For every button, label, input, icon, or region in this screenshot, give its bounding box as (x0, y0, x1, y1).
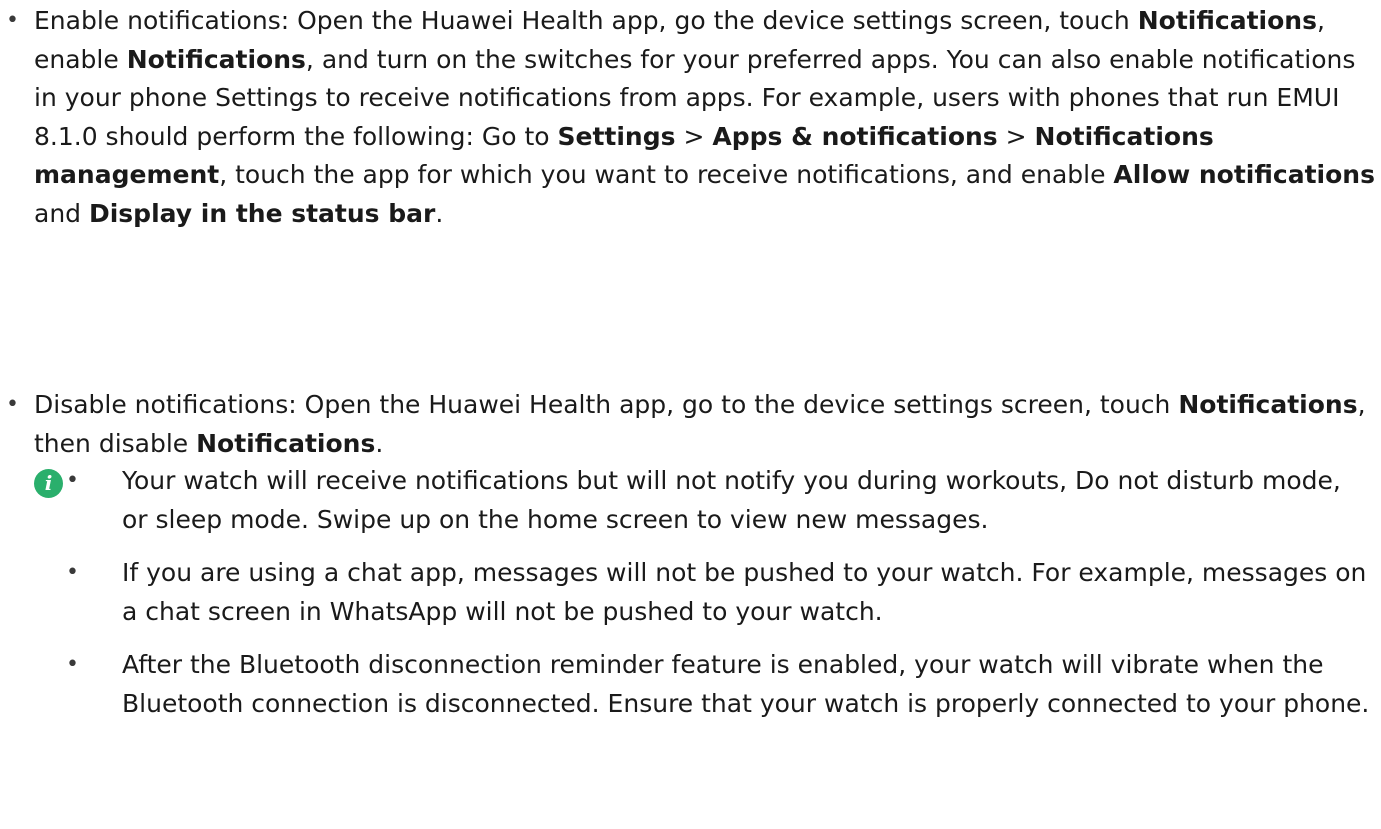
note-item-text: If you are using a chat app, messages wi… (122, 558, 1367, 626)
text-run: , touch the app for which you want to re… (219, 160, 1114, 189)
text-run: . (435, 198, 444, 228)
bold-term: Notifications (1137, 6, 1317, 35)
bold-term: Notifications (196, 428, 376, 458)
bold-term: Notifications (1178, 390, 1358, 419)
text-run: Disable notifications: Open the Huawei H… (34, 390, 1179, 419)
text-run: > (675, 121, 713, 151)
bold-term: Apps & notifications (712, 121, 998, 151)
list-item-enable-notifications: • Enable notifications: Open the Huawei … (0, 2, 1379, 233)
bold-term: Notifications (126, 44, 306, 74)
bullet: • (66, 560, 79, 585)
bold-term: Allow notifications (1113, 160, 1375, 189)
bullet: • (66, 468, 79, 493)
note-item-text: Your watch will receive notifications bu… (122, 466, 1341, 534)
bullet: • (66, 652, 79, 677)
list-item-text: Enable notifications: Open the Huawei He… (34, 6, 1375, 228)
text-run: Enable notifications: Open the Huawei He… (34, 6, 1138, 35)
bold-term: Settings (557, 121, 676, 151)
list-item-text: Disable notifications: Open the Huawei H… (34, 390, 1366, 458)
document-page: • Enable notifications: Open the Huawei … (0, 0, 1381, 829)
info-icon: i (34, 469, 63, 498)
note-item-chat-app: • If you are using a chat app, messages … (66, 554, 1372, 631)
text-run: . (375, 428, 384, 458)
text-run: > (997, 121, 1035, 151)
note-item-workouts: • Your watch will receive notifications … (66, 462, 1372, 539)
note-item-text: After the Bluetooth disconnection remind… (122, 650, 1370, 718)
bullet: • (6, 392, 19, 417)
note-item-bluetooth: • After the Bluetooth disconnection remi… (66, 646, 1372, 723)
text-run: and (34, 198, 89, 228)
list-item-disable-notifications: • Disable notifications: Open the Huawei… (0, 386, 1379, 463)
bold-term: Display in the status bar (88, 198, 436, 228)
bullet: • (6, 8, 19, 33)
